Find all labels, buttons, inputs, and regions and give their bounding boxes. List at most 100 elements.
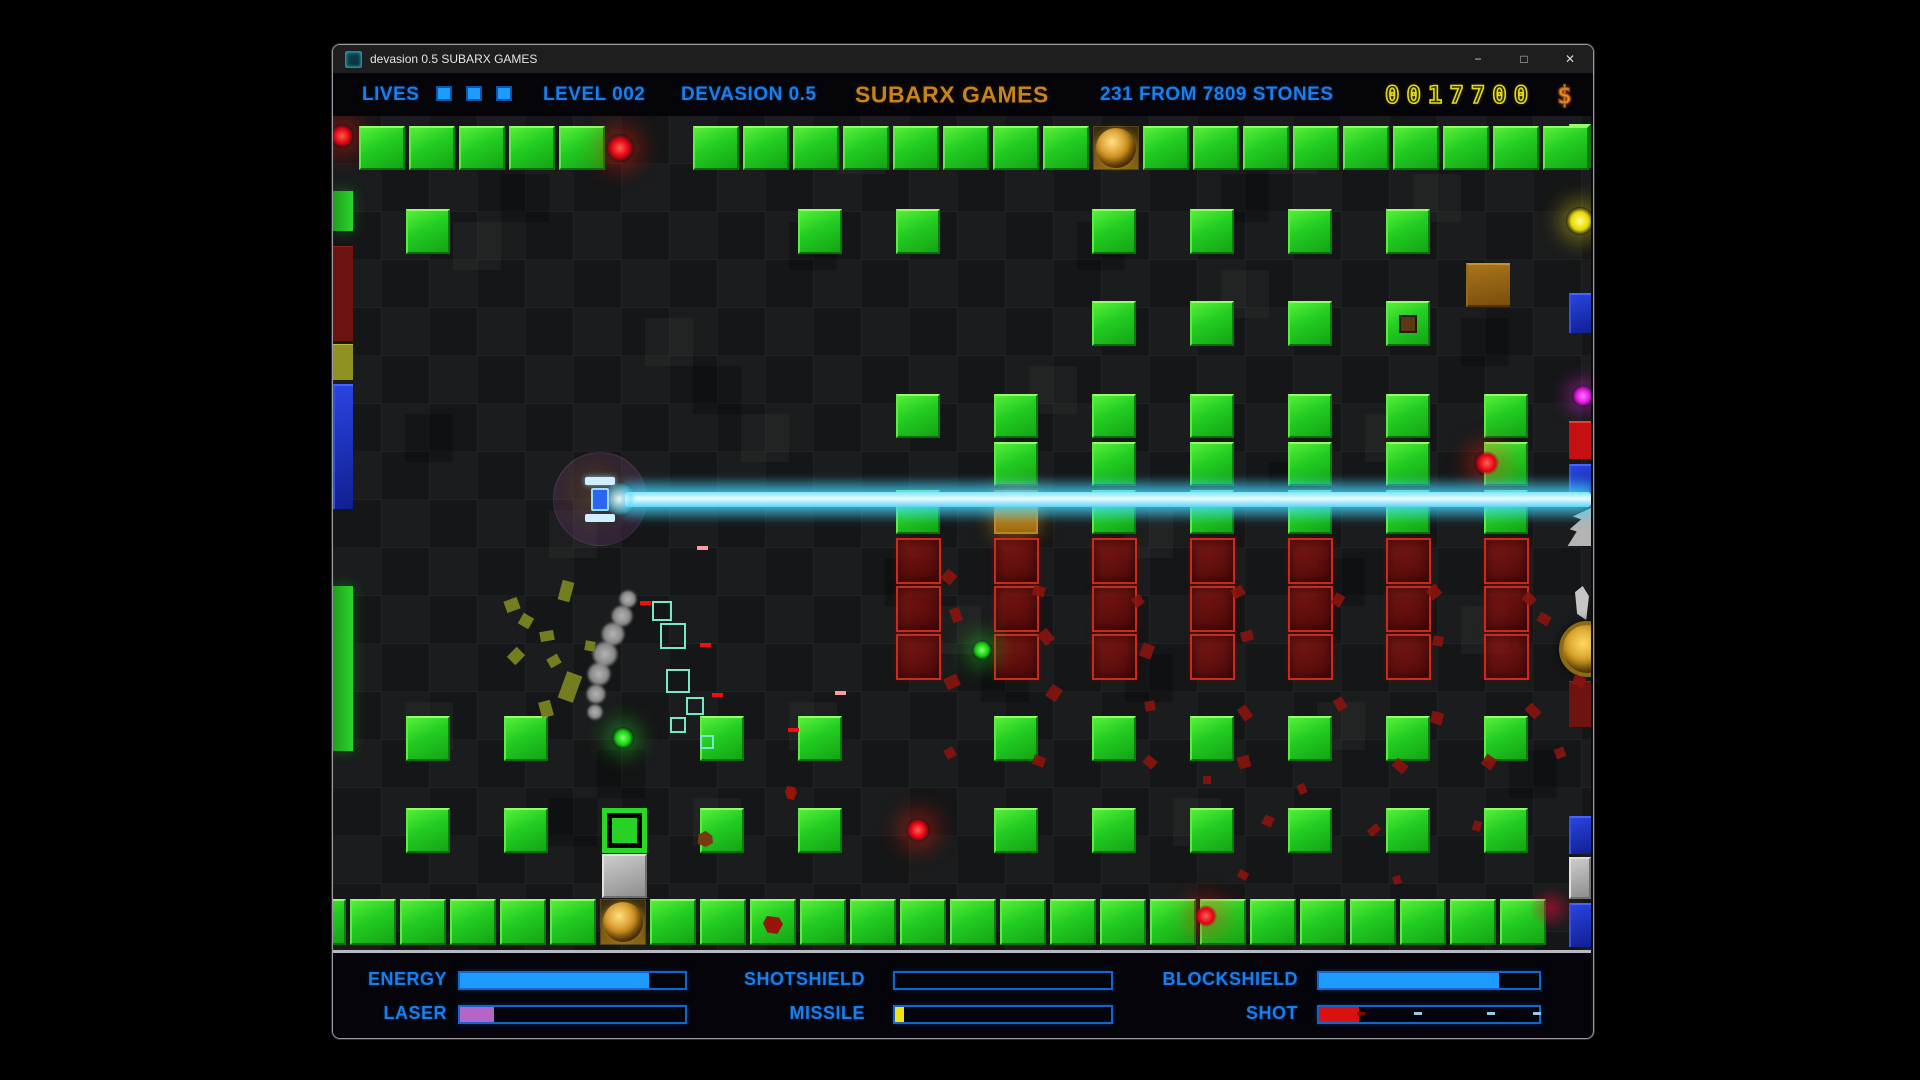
shotshield-bar	[893, 971, 1113, 990]
stones-counter: 231 FROM 7809 STONES	[1100, 84, 1334, 106]
g-entity	[1250, 899, 1296, 945]
g-entity	[550, 899, 596, 945]
g-entity	[1350, 899, 1396, 945]
td-entity	[693, 366, 741, 414]
playfield[interactable]	[333, 116, 1591, 950]
shard-entity	[1261, 814, 1274, 827]
shot-bar	[1317, 1005, 1541, 1024]
red-entity	[1484, 586, 1529, 632]
tealsq-entity	[660, 623, 686, 649]
shard-entity	[1045, 684, 1063, 702]
g-entity	[406, 808, 450, 853]
g-entity	[1400, 899, 1446, 945]
blockshield-fill	[1319, 973, 1499, 988]
dr-entity	[640, 601, 651, 605]
laser-fill	[460, 1007, 494, 1022]
g-entity	[509, 126, 555, 170]
grb-entity	[1569, 857, 1591, 899]
tealsq-entity	[686, 697, 704, 715]
g-entity	[1092, 808, 1136, 853]
bls-entity	[1569, 816, 1591, 854]
olvbit-entity	[546, 654, 561, 669]
bls-entity	[1569, 293, 1591, 333]
g-entity	[893, 126, 939, 170]
g-entity	[1443, 126, 1489, 170]
minimize-button[interactable]: −	[1455, 45, 1501, 73]
g-entity	[798, 209, 842, 254]
shard-entity	[1032, 754, 1047, 768]
dr-entity	[712, 693, 723, 697]
tl-entity	[453, 222, 501, 270]
g-entity	[1092, 716, 1136, 761]
g-entity	[994, 394, 1038, 438]
red-entity	[994, 538, 1039, 584]
tl-entity	[645, 318, 693, 366]
missile-bar	[893, 1005, 1113, 1024]
app-icon	[345, 51, 362, 68]
shard-entity	[1472, 820, 1482, 832]
life-square	[466, 86, 482, 101]
glowc-entity	[1529, 886, 1573, 930]
red-entity	[994, 634, 1039, 680]
red-orb-entity	[333, 124, 354, 148]
drs-entity	[1569, 681, 1591, 727]
red-orb-entity	[606, 134, 634, 162]
red-entity	[1092, 634, 1137, 680]
energy-label: ENERGY	[333, 969, 447, 990]
g-entity	[994, 716, 1038, 761]
game-window: devasion 0.5 SUBARX GAMES − □ ✕ LIVES LE…	[332, 44, 1594, 1039]
olvbit-entity	[584, 640, 596, 652]
red-entity	[1386, 634, 1431, 680]
shard-entity	[1037, 628, 1055, 646]
shard-entity	[1144, 700, 1156, 712]
smoke-entity	[586, 684, 606, 704]
red-entity	[1190, 586, 1235, 632]
shard-entity	[1237, 755, 1252, 770]
window-title: devasion 0.5 SUBARX GAMES	[370, 52, 537, 66]
maximize-button[interactable]: □	[1501, 45, 1547, 73]
shard-entity	[1240, 630, 1254, 643]
tealsq-entity	[652, 601, 672, 621]
olvbit-entity	[558, 671, 583, 703]
life-square	[496, 86, 512, 101]
version-label: DEVASION 0.5	[681, 84, 817, 106]
score-value: 0017700	[1385, 81, 1535, 109]
shard-entity	[941, 569, 958, 586]
title-bar[interactable]: devasion 0.5 SUBARX GAMES − □ ✕	[333, 45, 1593, 74]
g-entity	[1243, 126, 1289, 170]
red-entity	[1288, 538, 1333, 584]
olvbit-entity	[518, 613, 534, 629]
g-entity	[500, 899, 546, 945]
g-entity	[896, 209, 940, 254]
shard-entity	[1536, 612, 1551, 627]
g-entity	[1100, 899, 1146, 945]
g-entity	[1386, 394, 1430, 438]
g-entity	[1190, 209, 1234, 254]
life-square	[436, 86, 452, 101]
g-entity	[994, 808, 1038, 853]
ball-entity	[603, 902, 643, 942]
smoke-entity	[587, 704, 603, 720]
g-entity	[1288, 209, 1332, 254]
shard-entity	[1237, 869, 1250, 881]
red-orb-entity	[906, 818, 930, 842]
shard-entity	[1203, 776, 1211, 784]
td-entity	[405, 414, 453, 462]
g-entity	[900, 899, 946, 945]
gd-entity	[1386, 301, 1430, 346]
olvbit-entity	[539, 630, 555, 642]
brand-label: SUBARX GAMES	[855, 81, 1049, 108]
smoke-entity	[587, 662, 611, 686]
status-bar: LIVES LEVEL 002 DEVASION 0.5 SUBARX GAME…	[333, 73, 1593, 117]
g-entity	[1493, 126, 1539, 170]
shard-entity	[1142, 754, 1158, 769]
close-button[interactable]: ✕	[1547, 45, 1593, 73]
yellow-orb-entity	[1566, 207, 1591, 235]
g-entity	[950, 899, 996, 945]
shot-tick	[1487, 1012, 1495, 1015]
g-entity	[1450, 899, 1496, 945]
cr1-entity	[785, 786, 797, 800]
shard-entity	[943, 674, 961, 691]
shard-entity	[1432, 635, 1444, 647]
g-entity	[1050, 899, 1096, 945]
